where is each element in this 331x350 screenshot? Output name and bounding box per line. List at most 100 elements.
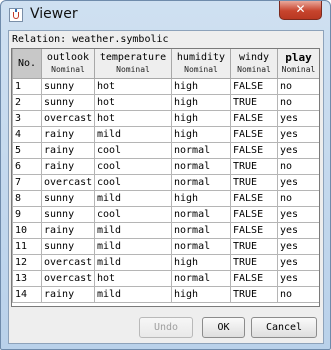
row-number-cell[interactable]: 8 (12, 190, 42, 207)
windy-cell[interactable]: TRUE (230, 238, 278, 255)
outlook-cell[interactable]: overcast (41, 254, 95, 271)
row-number-cell[interactable]: 10 (12, 222, 42, 239)
ok-button[interactable]: OK (202, 317, 245, 338)
outlook-cell[interactable]: overcast (41, 110, 95, 127)
humidity-cell[interactable]: high (171, 254, 231, 271)
play-cell[interactable]: no (277, 78, 319, 95)
play-cell[interactable]: yes (277, 254, 319, 271)
outlook-cell[interactable]: rainy (41, 142, 95, 159)
row-number-cell[interactable]: 13 (12, 270, 42, 287)
humidity-cell[interactable]: normal (171, 158, 231, 175)
temperature-cell[interactable]: cool (94, 206, 172, 223)
column-header-humidity[interactable]: humidity Nominal (171, 49, 231, 79)
table-row[interactable]: 10 rainy mild normal FALSE yes (12, 222, 319, 239)
play-cell[interactable]: yes (277, 238, 319, 255)
column-header-windy[interactable]: windy Nominal (230, 49, 278, 79)
humidity-cell[interactable]: high (171, 126, 231, 143)
table-row[interactable]: 8 sunny mild high FALSE no (12, 190, 319, 207)
temperature-cell[interactable]: mild (94, 126, 172, 143)
humidity-cell[interactable]: normal (171, 270, 231, 287)
windy-cell[interactable]: TRUE (230, 174, 278, 191)
outlook-cell[interactable]: sunny (41, 206, 95, 223)
temperature-cell[interactable]: cool (94, 158, 172, 175)
play-cell[interactable]: yes (277, 174, 319, 191)
table-row[interactable]: 6 rainy cool normal TRUE no (12, 158, 319, 175)
play-cell[interactable]: yes (277, 126, 319, 143)
row-number-cell[interactable]: 2 (12, 94, 42, 111)
windy-cell[interactable]: FALSE (230, 270, 278, 287)
column-header-outlook[interactable]: outlook Nominal (41, 49, 95, 79)
temperature-cell[interactable]: mild (94, 254, 172, 271)
humidity-cell[interactable]: high (171, 110, 231, 127)
temperature-cell[interactable]: mild (94, 286, 172, 303)
table-row[interactable]: 3 overcast hot high FALSE yes (12, 110, 319, 127)
play-cell[interactable]: yes (277, 206, 319, 223)
column-header-temperature[interactable]: temperature Nominal (94, 49, 172, 79)
temperature-cell[interactable]: mild (94, 190, 172, 207)
windy-cell[interactable]: FALSE (230, 190, 278, 207)
table-row[interactable]: 2 sunny hot high TRUE no (12, 94, 319, 111)
outlook-cell[interactable]: sunny (41, 94, 95, 111)
table-row[interactable]: 12 overcast mild high TRUE yes (12, 254, 319, 271)
table-row[interactable]: 9 sunny cool normal FALSE yes (12, 206, 319, 223)
play-cell[interactable]: yes (277, 110, 319, 127)
row-number-cell[interactable]: 1 (12, 78, 42, 95)
play-cell[interactable]: yes (277, 222, 319, 239)
outlook-cell[interactable]: overcast (41, 270, 95, 287)
windy-cell[interactable]: FALSE (230, 126, 278, 143)
humidity-cell[interactable]: high (171, 190, 231, 207)
outlook-cell[interactable]: sunny (41, 78, 95, 95)
temperature-cell[interactable]: mild (94, 238, 172, 255)
row-number-cell[interactable]: 3 (12, 110, 42, 127)
play-cell[interactable]: no (277, 286, 319, 303)
play-cell[interactable]: yes (277, 270, 319, 287)
windy-cell[interactable]: FALSE (230, 78, 278, 95)
windy-cell[interactable]: TRUE (230, 158, 278, 175)
humidity-cell[interactable]: normal (171, 206, 231, 223)
outlook-cell[interactable]: rainy (41, 158, 95, 175)
column-header-number[interactable]: No. (12, 49, 42, 79)
temperature-cell[interactable]: hot (94, 110, 172, 127)
play-cell[interactable]: no (277, 190, 319, 207)
table-row[interactable]: 13 overcast hot normal FALSE yes (12, 270, 319, 287)
row-number-cell[interactable]: 4 (12, 126, 42, 143)
table-row[interactable]: 5 rainy cool normal FALSE yes (12, 142, 319, 159)
table-row[interactable]: 1 sunny hot high FALSE no (12, 78, 319, 95)
column-header-play[interactable]: play Nominal (277, 49, 319, 79)
windy-cell[interactable]: FALSE (230, 222, 278, 239)
play-cell[interactable]: no (277, 94, 319, 111)
windy-cell[interactable]: FALSE (230, 206, 278, 223)
temperature-cell[interactable]: mild (94, 222, 172, 239)
windy-cell[interactable]: TRUE (230, 94, 278, 111)
close-button[interactable]: ✕ (279, 1, 322, 20)
table-row[interactable]: 11 sunny mild normal TRUE yes (12, 238, 319, 255)
windy-cell[interactable]: FALSE (230, 142, 278, 159)
windy-cell[interactable]: TRUE (230, 254, 278, 271)
humidity-cell[interactable]: normal (171, 142, 231, 159)
row-number-cell[interactable]: 6 (12, 158, 42, 175)
table-row[interactable]: 7 overcast cool normal TRUE yes (12, 174, 319, 191)
outlook-cell[interactable]: sunny (41, 238, 95, 255)
row-number-cell[interactable]: 12 (12, 254, 42, 271)
play-cell[interactable]: yes (277, 142, 319, 159)
row-number-cell[interactable]: 7 (12, 174, 42, 191)
temperature-cell[interactable]: cool (94, 142, 172, 159)
humidity-cell[interactable]: high (171, 94, 231, 111)
row-number-cell[interactable]: 5 (12, 142, 42, 159)
temperature-cell[interactable]: hot (94, 94, 172, 111)
windy-cell[interactable]: FALSE (230, 110, 278, 127)
row-number-cell[interactable]: 11 (12, 238, 42, 255)
undo-button[interactable]: Undo (139, 317, 193, 338)
temperature-cell[interactable]: cool (94, 174, 172, 191)
outlook-cell[interactable]: overcast (41, 174, 95, 191)
title-bar[interactable]: Viewer ✕ (1, 1, 330, 29)
humidity-cell[interactable]: high (171, 286, 231, 303)
cancel-button[interactable]: Cancel (251, 317, 317, 338)
humidity-cell[interactable]: normal (171, 174, 231, 191)
humidity-cell[interactable]: normal (171, 238, 231, 255)
outlook-cell[interactable]: rainy (41, 222, 95, 239)
humidity-cell[interactable]: high (171, 78, 231, 95)
humidity-cell[interactable]: normal (171, 222, 231, 239)
windy-cell[interactable]: TRUE (230, 286, 278, 303)
outlook-cell[interactable]: rainy (41, 286, 95, 303)
